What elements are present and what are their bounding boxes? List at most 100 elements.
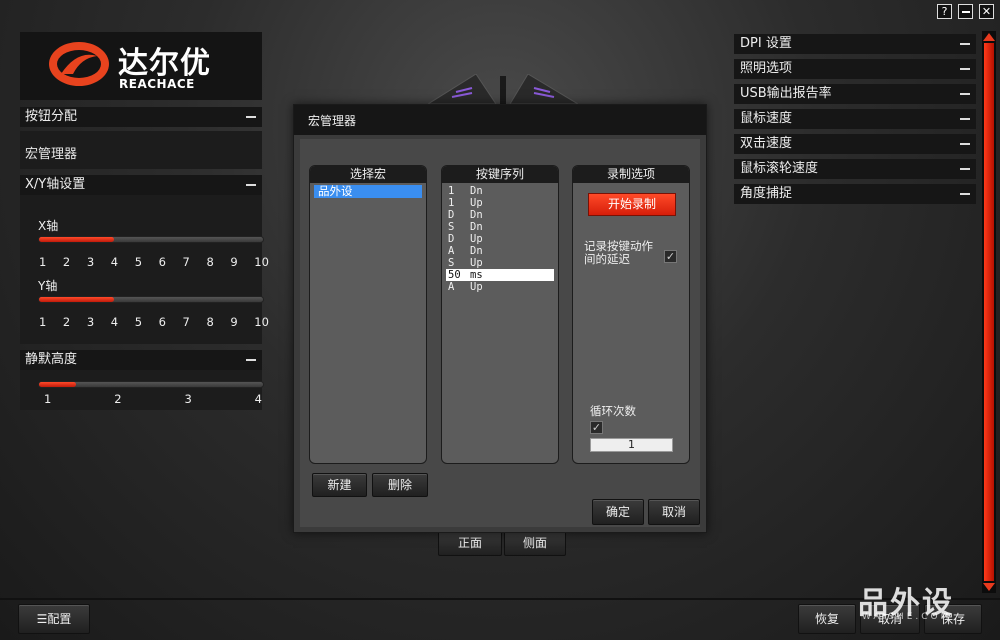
tick-label: 4 bbox=[254, 392, 262, 406]
tick-label: 2 bbox=[114, 392, 122, 406]
record-delay-checkbox[interactable]: ✓ bbox=[664, 250, 677, 263]
collapse-icon[interactable] bbox=[960, 93, 970, 95]
scroll-up-icon[interactable] bbox=[983, 33, 995, 41]
y-axis-slider-fill bbox=[39, 297, 114, 302]
key-sequence-action: Dn bbox=[470, 221, 483, 233]
new-macro-button[interactable]: 新建 bbox=[312, 473, 367, 497]
tick-label: 4 bbox=[110, 255, 119, 269]
ok-button[interactable]: 确定 bbox=[592, 499, 644, 525]
key-sequence-action: Up bbox=[470, 197, 483, 209]
minimize-button[interactable] bbox=[958, 4, 973, 19]
key-sequence-action: Dn bbox=[470, 185, 483, 197]
x-axis-ticks: 1 2 3 4 5 6 7 8 9 10 bbox=[39, 255, 269, 269]
key-sequence-action: Dn bbox=[470, 245, 483, 257]
start-record-button[interactable]: 开始录制 bbox=[588, 193, 676, 216]
lod-header[interactable]: 静默高度 bbox=[20, 350, 262, 370]
collapse-icon[interactable] bbox=[960, 43, 970, 45]
restore-button[interactable]: 恢复 bbox=[798, 604, 856, 634]
bottom-divider bbox=[0, 598, 1000, 600]
settings-item[interactable]: 角度捕捉 bbox=[734, 184, 976, 204]
brand-logo: 达尔优 REACHACE bbox=[20, 32, 262, 100]
collapse-icon[interactable] bbox=[960, 193, 970, 195]
x-axis-slider[interactable] bbox=[38, 236, 264, 243]
brand-name-cn: 达尔优 bbox=[118, 46, 211, 81]
key-sequence-item[interactable]: S Up bbox=[446, 257, 554, 269]
tick-label: 1 bbox=[39, 255, 47, 269]
macro-manager-item[interactable]: 宏管理器 bbox=[20, 131, 262, 169]
delete-macro-button[interactable]: 删除 bbox=[372, 473, 428, 497]
minimize-icon bbox=[962, 11, 970, 13]
key-sequence-item[interactable]: A Dn bbox=[446, 245, 554, 257]
key-sequence-key: S bbox=[448, 221, 455, 233]
scrollbar[interactable] bbox=[982, 31, 996, 593]
macro-list: 品外设 bbox=[310, 183, 426, 198]
key-sequence-item[interactable]: D Up bbox=[446, 233, 554, 245]
collapse-icon[interactable] bbox=[960, 168, 970, 170]
collapse-icon[interactable] bbox=[960, 68, 970, 70]
key-sequence-header: 按键序列 bbox=[442, 166, 558, 183]
y-axis-ticks: 1 2 3 4 5 6 7 8 9 10 bbox=[39, 315, 269, 329]
close-button[interactable]: ✕ bbox=[979, 4, 994, 19]
key-sequence-item[interactable]: 1 Dn bbox=[446, 185, 554, 197]
macro-list-item[interactable]: 品外设 bbox=[314, 185, 422, 198]
collapse-icon[interactable] bbox=[246, 359, 256, 361]
tick-label: 4 bbox=[110, 315, 119, 329]
tick-label: 6 bbox=[158, 315, 166, 329]
tick-label: 6 bbox=[158, 255, 166, 269]
scroll-thumb[interactable] bbox=[984, 43, 994, 581]
tick-label: 8 bbox=[206, 315, 214, 329]
collapse-icon[interactable] bbox=[960, 143, 970, 145]
settings-item[interactable]: USB输出报告率 bbox=[734, 84, 976, 104]
key-sequence-key: D bbox=[448, 209, 455, 221]
tick-label: 9 bbox=[230, 255, 238, 269]
collapse-icon[interactable] bbox=[246, 184, 256, 186]
lod-slider[interactable] bbox=[38, 381, 264, 388]
settings-item-label: 照明选项 bbox=[740, 61, 793, 76]
settings-item[interactable]: 鼠标速度 bbox=[734, 109, 976, 129]
watermark-sub: WAISHE.COM bbox=[862, 612, 952, 622]
key-sequence-list: 1 Dn 1 Up D Dn S Dn D Up A Dn S Up 50 ms A Up bbox=[442, 183, 558, 293]
settings-item[interactable]: 鼠标滚轮速度 bbox=[734, 159, 976, 179]
record-options-header: 录制选项 bbox=[573, 166, 689, 183]
key-sequence-key: 1 bbox=[448, 185, 455, 197]
settings-item-label: 角度捕捉 bbox=[740, 186, 793, 201]
key-sequence-item[interactable]: A Up bbox=[446, 281, 554, 293]
side-view-button[interactable]: 侧面 bbox=[504, 530, 566, 556]
tick-label: 10 bbox=[254, 255, 269, 269]
dialog-cancel-button[interactable]: 取消 bbox=[648, 499, 700, 525]
collapse-icon[interactable] bbox=[960, 118, 970, 120]
settings-item[interactable]: 照明选项 bbox=[734, 59, 976, 79]
scroll-down-icon[interactable] bbox=[983, 583, 995, 591]
reachace-logo-icon bbox=[49, 42, 109, 86]
tick-label: 7 bbox=[182, 255, 190, 269]
macro-manager-label: 宏管理器 bbox=[25, 147, 78, 162]
x-axis-slider-fill bbox=[39, 237, 114, 242]
profile-label: 配置 bbox=[47, 612, 72, 626]
loop-count-input[interactable]: 1 bbox=[590, 438, 673, 452]
xy-axis-header[interactable]: X/Y轴设置 bbox=[20, 175, 262, 195]
lod-ticks: 1 2 3 4 bbox=[44, 392, 262, 406]
collapse-icon[interactable] bbox=[246, 116, 256, 118]
key-sequence-item[interactable]: S Dn bbox=[446, 221, 554, 233]
tick-label: 8 bbox=[206, 255, 214, 269]
tick-label: 3 bbox=[86, 255, 95, 269]
help-button[interactable]: ? bbox=[937, 4, 952, 19]
profile-button[interactable]: ☰配置 bbox=[18, 604, 90, 634]
settings-item-label: 鼠标滚轮速度 bbox=[740, 161, 819, 176]
lod-slider-fill bbox=[39, 382, 77, 387]
key-sequence-item[interactable]: 50 ms bbox=[446, 269, 554, 281]
key-sequence-action: Up bbox=[470, 281, 483, 293]
tick-label: 5 bbox=[134, 315, 143, 329]
settings-item-label: 鼠标速度 bbox=[740, 111, 793, 126]
settings-item[interactable]: 双击速度 bbox=[734, 134, 976, 154]
key-sequence-action: Up bbox=[470, 233, 483, 245]
key-sequence-item[interactable]: D Dn bbox=[446, 209, 554, 221]
front-view-button[interactable]: 正面 bbox=[438, 530, 502, 556]
key-sequence-item[interactable]: 1 Up bbox=[446, 197, 554, 209]
button-assign-header[interactable]: 按钮分配 bbox=[20, 107, 262, 127]
loop-count-checkbox[interactable]: ✓ bbox=[590, 421, 603, 434]
tick-label: 3 bbox=[86, 315, 95, 329]
key-sequence-key: 50 bbox=[448, 269, 461, 281]
y-axis-slider[interactable] bbox=[38, 296, 264, 303]
settings-item[interactable]: DPI 设置 bbox=[734, 34, 976, 54]
